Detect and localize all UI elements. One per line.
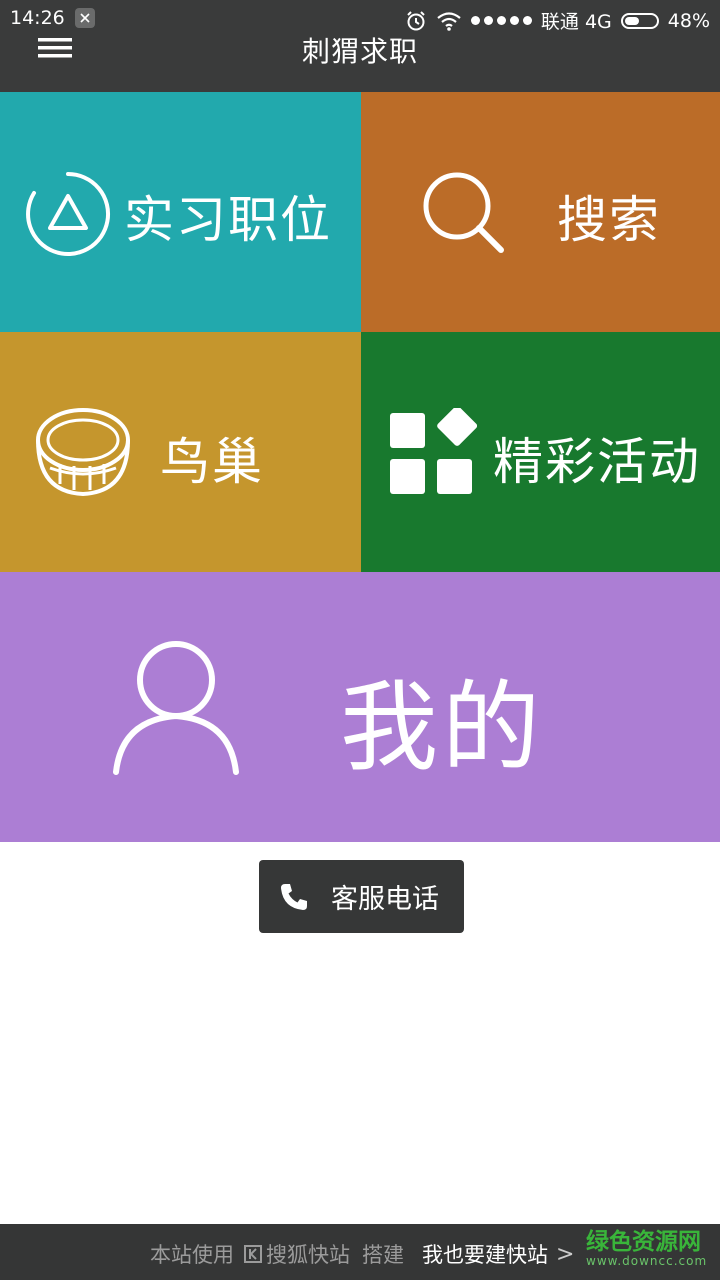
footer-prefix: 本站使用 [150, 1243, 234, 1267]
chevron-right-icon: > [556, 1241, 575, 1267]
tile-nest[interactable]: 鸟巢 [0, 332, 361, 572]
tile-label: 我的 [340, 671, 545, 785]
battery-icon [620, 12, 659, 29]
apps-grid-icon [390, 408, 477, 494]
watermark-text: 绿色资源网 [586, 1229, 701, 1255]
tile-search[interactable]: 搜索 [361, 92, 720, 332]
signal-dots-icon [470, 16, 532, 25]
customer-service-button[interactable]: 客服电话 [259, 860, 464, 933]
magnifier-icon [423, 172, 504, 253]
tile-mine[interactable]: 我的 [0, 572, 720, 842]
nest-icon [36, 408, 130, 497]
alarm-icon [407, 10, 425, 30]
watermark: 绿色资源网 www.downcc.com [586, 1230, 707, 1268]
tile-label: 实习职位 [124, 191, 332, 249]
notification-app-icon [74, 8, 95, 28]
tile-label: 精彩活动 [493, 433, 701, 491]
watermark-url: www.downcc.com [586, 1254, 708, 1268]
customer-service-label: 客服电话 [331, 884, 439, 915]
page-title: 刺猬求职 [301, 35, 418, 68]
tile-label: 鸟巢 [160, 433, 264, 491]
footer-bar: 本站使用 搜狐快站 搭建 我也要建快站 > 绿色资源网 www.downcc.c… [0, 1224, 720, 1280]
sohu-logo-icon [244, 1245, 262, 1263]
tile-intern-positions[interactable]: 实习职位 [0, 92, 361, 332]
status-time: 14:26 [10, 7, 65, 29]
app-bar: 刺猬求职 [0, 35, 720, 92]
footer-suffix: 搭建 [362, 1243, 404, 1267]
triangle-circle-icon [26, 172, 111, 256]
phone-icon [281, 883, 307, 910]
tile-label: 搜索 [557, 191, 661, 249]
wifi-icon [437, 11, 461, 31]
battery-percent: 48% [667, 9, 710, 32]
footer-brand[interactable]: 搜狐快站 [266, 1239, 350, 1269]
build-site-link[interactable]: 我也要建快站 [422, 1239, 548, 1269]
user-icon [113, 641, 239, 775]
status-left: 14:26 [10, 7, 95, 29]
footer-line: 本站使用 搜狐快站 搭建 我也要建快站 > [150, 1239, 574, 1269]
tile-events[interactable]: 精彩活动 [361, 332, 720, 572]
